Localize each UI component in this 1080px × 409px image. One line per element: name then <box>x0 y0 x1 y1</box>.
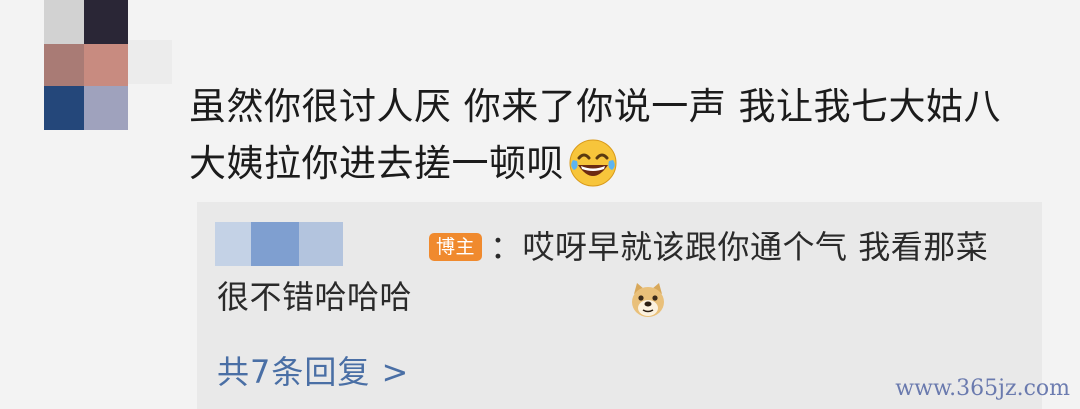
avatar[interactable] <box>0 0 175 135</box>
watermark: www.365jz.com <box>895 376 1070 401</box>
reply-separator: ： <box>490 228 523 266</box>
comment-body: 虽然你很讨人厌 你来了你说一声 我让我七大姑八大姨拉你进去搓一顿呗 <box>189 78 1019 204</box>
doge-emoji-icon <box>416 280 668 334</box>
reply-body: 博主 ：哎呀早就该跟你通个气 我看那菜很不错哈哈哈 <box>217 222 1017 334</box>
laughing-tears-emoji-icon <box>568 138 618 204</box>
author-badge: 博主 <box>429 233 483 261</box>
view-more-replies-link[interactable]: 共7条回复 > <box>217 350 409 394</box>
